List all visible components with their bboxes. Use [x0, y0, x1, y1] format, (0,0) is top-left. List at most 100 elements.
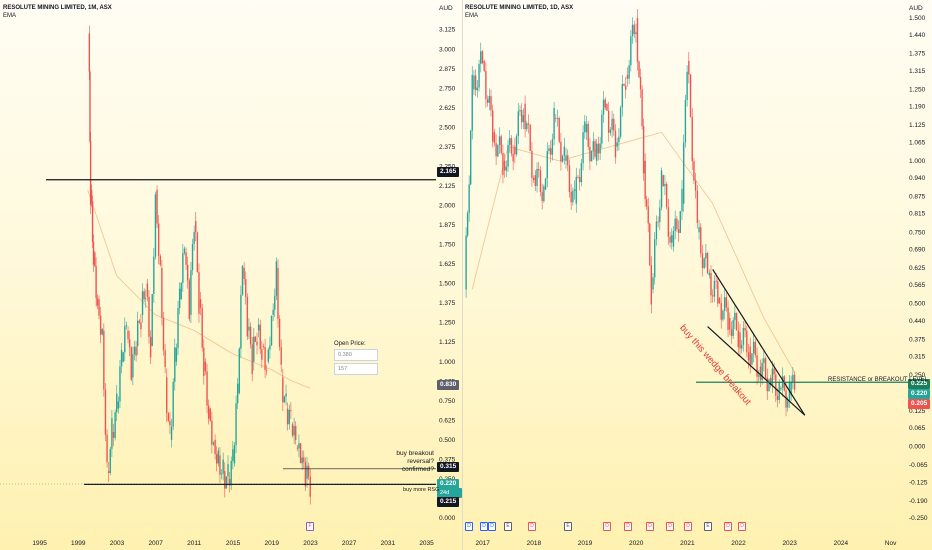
dividend-event-icon[interactable]: D [528, 522, 536, 531]
candle-body [94, 252, 96, 267]
candle-body [190, 270, 192, 315]
dividend-event-icon[interactable]: D [684, 522, 692, 531]
candle-body [214, 439, 216, 455]
candle-body [490, 95, 492, 111]
candle-body [272, 309, 274, 315]
popup-field-2[interactable]: 157 [334, 363, 378, 375]
candle-body [614, 130, 617, 158]
candle-body [715, 280, 717, 282]
dividend-event-icon[interactable]: D [738, 522, 746, 531]
dividend-event-icon[interactable]: D [666, 522, 674, 531]
candle-body [117, 401, 120, 409]
candle-body [509, 138, 511, 145]
y-tick-label: 1.625 [439, 261, 456, 268]
candle-body [766, 377, 768, 392]
candle-body [787, 400, 789, 408]
candle-body [265, 370, 268, 371]
x-tick-label: 2017 [475, 540, 490, 547]
y-tick-label: 0.500 [439, 437, 456, 444]
candle-body [563, 146, 566, 156]
chart-pane-monthly[interactable]: 3.1253.0002.8752.7502.6252.5002.3752.250… [0, 0, 463, 550]
candle-body [278, 318, 281, 348]
dividend-event-icon[interactable]: D [488, 522, 496, 531]
dividend-event-icon[interactable]: D [724, 522, 732, 531]
candle-body [238, 348, 240, 393]
candle-body [660, 170, 663, 208]
candle-body [212, 442, 215, 445]
y-tick-label: 0.065 [909, 425, 926, 432]
dividend-event-icon[interactable]: D [624, 522, 632, 531]
x-tick-label: 2023 [303, 540, 318, 547]
candle-body [649, 223, 651, 266]
candle-body [466, 212, 469, 236]
candle-body [752, 341, 755, 354]
dividend-event-icon[interactable]: D [480, 522, 488, 531]
candle-body [734, 312, 736, 321]
chart-canvas-daily[interactable]: 1.500 1.440 1.375 1.315 1.250 1.190 1.125 1.065… [462, 0, 932, 550]
candle-body [275, 261, 278, 296]
earnings-event-icon[interactable]: E [564, 522, 572, 531]
candle-body [723, 297, 726, 311]
candle-body [641, 89, 643, 126]
candle-body [751, 353, 753, 365]
candle-body [111, 418, 113, 449]
candle-body [186, 264, 189, 281]
x-tick-label: 2007 [148, 540, 163, 547]
candle-body [257, 324, 260, 331]
y-tick-label: 0.315 [909, 354, 926, 361]
y-tick-label: 1.500 [439, 281, 456, 288]
candle-body [135, 346, 137, 356]
symbol-title: RESOLUTE MINING LIMITED, 1D, ASX [465, 5, 574, 11]
candle-body [655, 221, 658, 240]
candle-body [253, 336, 255, 362]
earnings-event-icon[interactable]: E [504, 522, 512, 531]
open-price-widget[interactable]: Open Price: 0.380 157 [334, 341, 378, 375]
candle-body [162, 317, 165, 351]
candle-body [262, 346, 265, 347]
candle-body [706, 253, 709, 273]
candle-body [573, 189, 576, 191]
candle-body [609, 129, 612, 133]
candle-body [659, 207, 661, 223]
annotation-breakout: buy breakout reversal? confirmed? [382, 450, 434, 474]
candle-body [104, 389, 107, 435]
y-tick-label: 1.375 [909, 51, 926, 58]
candle-body [584, 121, 586, 133]
candle-body [639, 77, 642, 90]
candle-body [295, 426, 297, 440]
candle-body [740, 344, 743, 349]
candle-body [602, 99, 605, 115]
candle-body [638, 61, 640, 78]
candle-body [575, 176, 577, 204]
candle-body [730, 329, 733, 336]
candle-body [89, 71, 91, 142]
candle-body [125, 325, 128, 327]
dividend-event-icon[interactable]: D [603, 522, 611, 531]
candle-body [587, 123, 589, 147]
event-icon[interactable]: F [306, 522, 314, 531]
candle-body [285, 393, 287, 397]
dividend-event-icon[interactable]: D [646, 522, 654, 531]
dividend-event-icon[interactable]: D [465, 522, 473, 531]
candle-body [519, 110, 521, 112]
x-tick-label: 2031 [381, 540, 396, 547]
candle-body [251, 344, 253, 374]
annotation-resistance: RESISTANCE or BREAKOUT LEVEL [828, 377, 928, 383]
candle-body [534, 175, 537, 186]
candle-body [592, 141, 595, 151]
candle-body [145, 298, 147, 300]
candle-body [556, 118, 559, 119]
candle-body [166, 377, 168, 414]
candle-body [561, 155, 564, 162]
chart-pane-daily[interactable]: 1.500 1.440 1.375 1.315 1.250 1.190 1.125 1.065… [462, 0, 932, 550]
candle-body [188, 280, 191, 320]
earnings-event-icon[interactable]: E [704, 522, 712, 531]
candle-body [122, 352, 124, 362]
annotation-buy-more: buy more RSG [403, 487, 440, 493]
candle-body [526, 123, 528, 130]
candle-body [233, 445, 236, 464]
y-tick-label: 0.440 [909, 318, 926, 325]
price-tag-prev: 0.205 [908, 399, 931, 409]
candle-body [544, 178, 547, 190]
popup-field-1[interactable]: 0.380 [334, 349, 378, 361]
